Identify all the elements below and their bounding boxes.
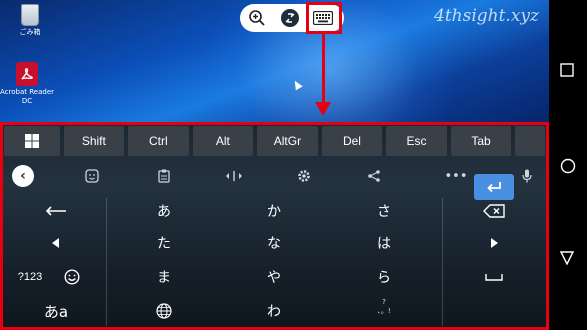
cursor-left-key[interactable] <box>26 228 86 258</box>
altgr-key[interactable]: AltGr <box>257 126 318 156</box>
mic-icon[interactable] <box>517 166 537 186</box>
punctuation-key[interactable]: ? 、。! <box>372 298 396 328</box>
share-icon[interactable] <box>364 166 384 186</box>
tab-key[interactable]: Tab <box>450 126 512 156</box>
enter-key[interactable] <box>474 174 514 200</box>
backspace-icon <box>483 204 505 218</box>
shift-key[interactable]: Shift <box>63 126 125 156</box>
desktop-icon-label: ごみ箱 <box>19 28 41 36</box>
enter-icon <box>487 182 501 193</box>
emoji-key[interactable] <box>52 262 92 292</box>
punct-mid-label: 、。! <box>377 307 391 315</box>
kana-mode-key[interactable]: あa <box>26 296 86 326</box>
suggestion-bar: ‹ ••• <box>0 160 549 190</box>
globe-icon <box>156 303 172 319</box>
keyboard-button-highlight <box>306 2 342 34</box>
home-button[interactable] <box>560 158 576 178</box>
disconnect-button[interactable] <box>273 4 306 32</box>
recycle-bin-icon <box>21 4 39 26</box>
acrobat-icon <box>16 62 38 86</box>
alt-key[interactable]: Alt <box>192 126 254 156</box>
back-triangle-icon <box>559 251 575 266</box>
cursor-move-icon[interactable] <box>224 166 244 186</box>
watermark: 4thsight.xyz <box>434 6 539 26</box>
key-ra[interactable]: ら <box>354 262 414 292</box>
back-icon[interactable]: ‹ <box>12 165 34 187</box>
key-divider <box>442 198 443 326</box>
cursor-right-key[interactable] <box>464 228 524 258</box>
language-key[interactable] <box>134 296 194 326</box>
windows-logo-icon <box>24 134 39 148</box>
key-sa[interactable]: さ <box>354 196 414 226</box>
home-icon <box>560 158 576 174</box>
undo-key[interactable] <box>26 196 86 226</box>
left-arrow-icon <box>52 238 59 248</box>
emoji-icon <box>64 269 80 285</box>
windows-key[interactable] <box>4 126 60 156</box>
key-ya[interactable]: や <box>244 262 304 292</box>
disconnect-icon <box>280 9 299 27</box>
space-key[interactable] <box>464 262 524 292</box>
mode-123-key[interactable]: ?123 <box>0 262 60 292</box>
back-button[interactable] <box>559 250 575 269</box>
android-nav-bar <box>549 0 587 330</box>
more-icon[interactable]: ••• <box>445 166 468 186</box>
settings-icon[interactable] <box>294 166 314 186</box>
esc-key[interactable]: Esc <box>386 126 447 156</box>
key-ha[interactable]: は <box>354 228 414 258</box>
desktop-icon-acrobat[interactable]: Acrobat Reader DC <box>0 62 60 106</box>
key-a[interactable]: あ <box>134 196 194 226</box>
extra-keys-row: Shift Ctrl Alt AltGr Del Esc Tab <box>4 126 546 156</box>
annotation-arrow-head-icon <box>315 102 331 116</box>
key-divider <box>106 198 107 326</box>
key-ka[interactable]: か <box>244 196 304 226</box>
undo-arrow-icon <box>45 206 66 216</box>
sticker-icon[interactable] <box>82 166 102 186</box>
overview-button[interactable] <box>560 62 574 81</box>
punct-top-label: ? <box>382 298 386 306</box>
del-key[interactable]: Del <box>321 126 383 156</box>
clipboard-icon[interactable] <box>154 166 174 186</box>
key-ma[interactable]: ま <box>134 262 194 292</box>
key-na[interactable]: な <box>244 228 304 258</box>
zoom-in-icon <box>248 10 265 26</box>
key-ta[interactable]: た <box>134 228 194 258</box>
right-arrow-icon <box>491 238 498 248</box>
zoom-button[interactable] <box>240 4 273 32</box>
ctrl-key[interactable]: Ctrl <box>128 126 189 156</box>
soft-keyboard: Shift Ctrl Alt AltGr Del Esc Tab ‹ ••• ?… <box>0 122 549 330</box>
space-icon <box>485 274 503 281</box>
overview-icon <box>560 63 574 77</box>
desktop-icon-label: Acrobat Reader DC <box>0 88 54 105</box>
annotation-arrow-line <box>322 34 325 106</box>
backspace-key[interactable] <box>464 196 524 226</box>
desktop-icon-recycle-bin[interactable]: ごみ箱 <box>2 4 58 37</box>
extra-key-partial[interactable] <box>515 126 546 156</box>
key-wa[interactable]: わ <box>244 296 304 326</box>
